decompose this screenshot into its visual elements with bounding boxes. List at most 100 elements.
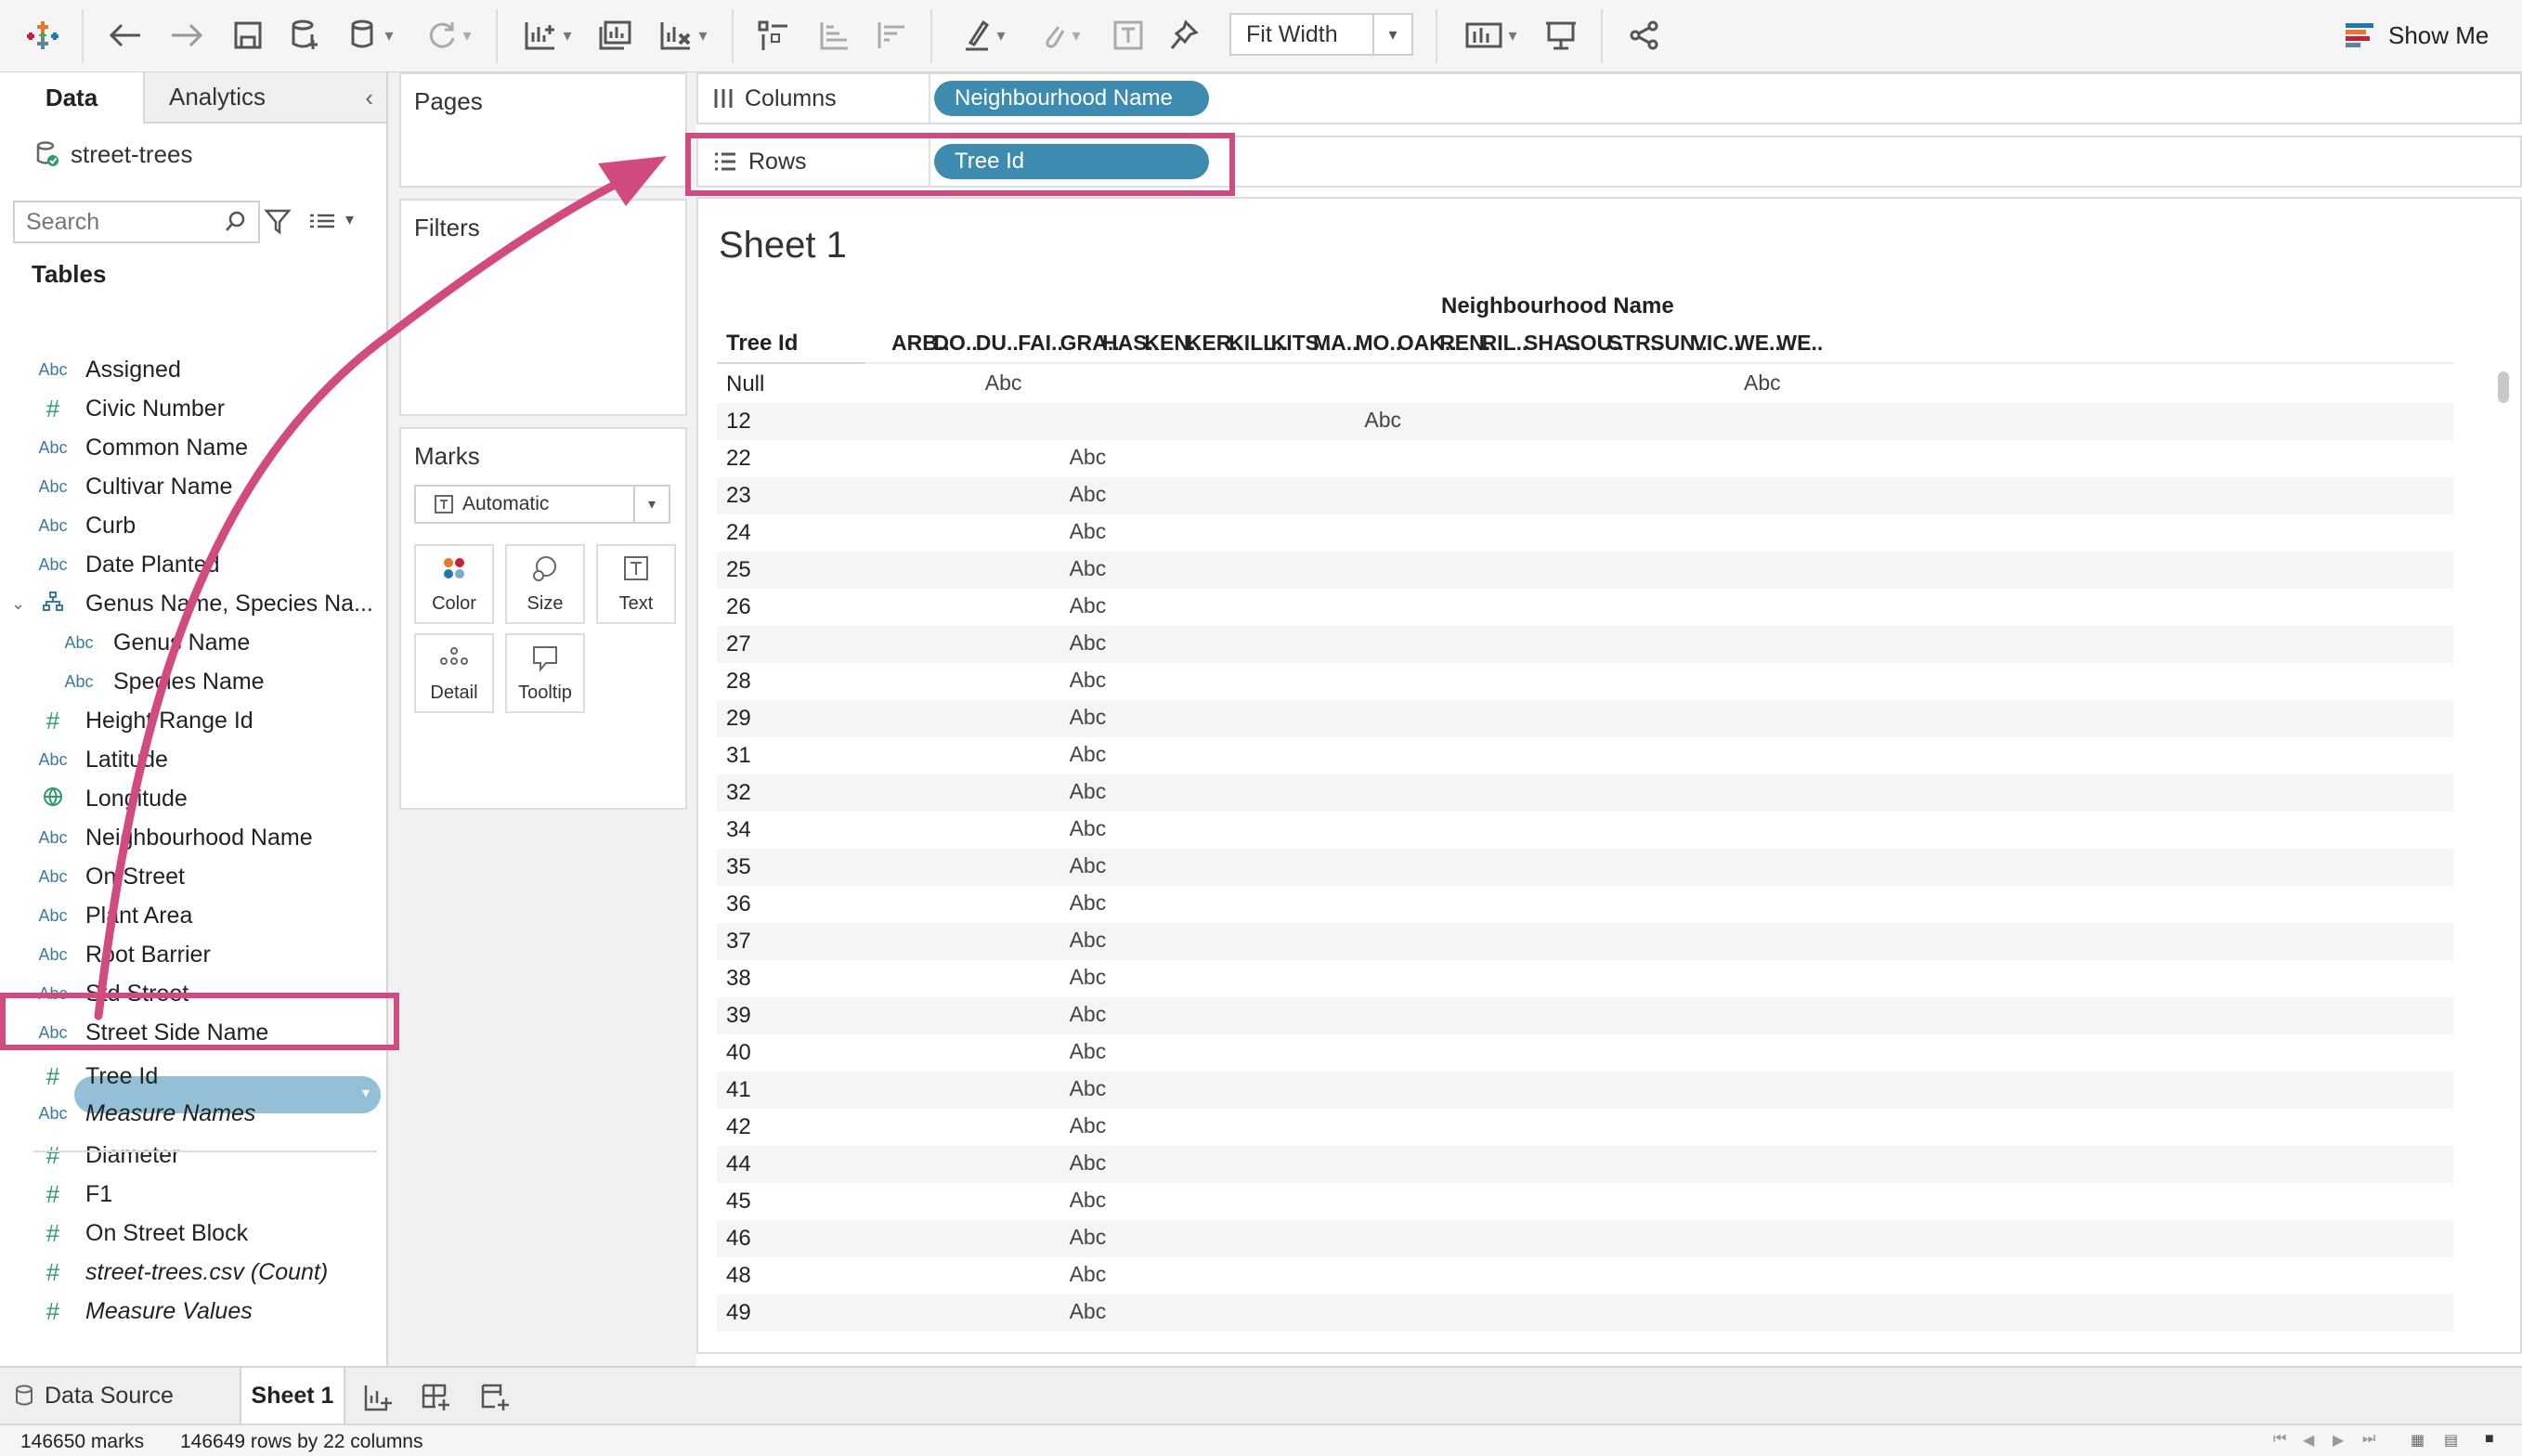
columns-pill-neighbourhood-name[interactable]: Neighbourhood Name [934,81,1209,116]
rows-shelf[interactable]: Rows Tree Id [696,136,2522,188]
table-row[interactable]: 28 Abc [717,663,2453,700]
vertical-scrollbar[interactable] [2496,366,2513,1332]
show-mark-labels-icon[interactable] [1107,9,1150,61]
fit-dropdown[interactable]: Fit Width ▾ [1229,13,1413,56]
table-row[interactable]: 49 Abc [717,1294,2453,1332]
row-header[interactable]: 36 [726,891,751,917]
field-item[interactable]: Abc Neighbourhood Name [0,819,386,856]
next-page-icon[interactable]: ▶ [2333,1431,2344,1450]
table-row[interactable]: 46 Abc [717,1220,2453,1257]
field-item[interactable]: Abc Assigned [0,351,386,388]
table-row[interactable]: Null Abc Abc [717,366,2453,403]
pages-card[interactable]: Pages [399,72,687,188]
new-worksheet-tab-icon[interactable] [360,1379,397,1416]
row-header[interactable]: 22 [726,446,751,472]
group-members-icon[interactable]: ▾ [1027,9,1094,61]
field-item[interactable]: # Civic Number [0,390,386,427]
row-header[interactable]: 49 [726,1300,751,1326]
field-item[interactable]: # On Street Block [0,1215,386,1252]
row-header[interactable]: 27 [726,631,751,657]
table-row[interactable]: 12 Abc [717,403,2453,440]
row-header[interactable]: 37 [726,929,751,955]
row-header[interactable]: 29 [726,706,751,732]
table-row[interactable]: 48 Abc [717,1257,2453,1294]
filmstrip-view-icon[interactable]: ▤ [2444,1431,2458,1450]
table-cell[interactable]: Abc [1070,668,1107,693]
presentation-mode-icon[interactable] [1538,9,1584,61]
field-item[interactable]: # Tree Id [0,1058,386,1095]
field-item[interactable]: # street-trees.csv (Count) [0,1254,386,1291]
table-row[interactable]: 23 Abc [717,477,2453,514]
marks-type-dropdown[interactable]: Automatic ▾ [414,485,670,524]
table-cell[interactable]: Abc [1070,519,1107,544]
field-item[interactable]: Abc Std Street [0,975,386,1012]
table-row[interactable]: 37 Abc [717,923,2453,960]
table-cell[interactable]: Abc [1070,1299,1107,1324]
table-cell[interactable]: Abc [1070,445,1107,470]
new-story-tab-icon[interactable] [477,1379,514,1416]
table-cell[interactable]: Abc [1070,1262,1107,1287]
field-item[interactable]: Abc Measure Names [0,1095,386,1132]
row-header[interactable]: 32 [726,780,751,806]
row-header[interactable]: 12 [726,409,751,435]
show-cards-icon[interactable]: ▾ [1458,9,1525,61]
column-header-title[interactable]: Neighbourhood Name [1441,293,1674,319]
fix-axes-icon[interactable] [1163,9,1205,61]
size-button[interactable]: Size [505,544,585,624]
table-cell[interactable]: Abc [1070,816,1107,841]
share-icon[interactable] [1621,9,1668,61]
show-me-button[interactable]: Show Me [2346,13,2489,58]
undo-icon[interactable] [102,9,149,61]
field-item[interactable]: # Measure Values [0,1293,386,1330]
swap-rows-columns-icon[interactable] [750,9,797,61]
field-item[interactable]: Abc Plant Area [0,897,386,934]
table-cell[interactable]: Abc [1070,1225,1107,1250]
field-item[interactable]: Longitude [0,780,386,817]
row-header[interactable]: 39 [726,1003,751,1029]
view-list-icon[interactable] [308,212,336,234]
sort-descending-icon[interactable] [869,9,916,61]
row-header[interactable]: 34 [726,817,751,843]
filters-card[interactable]: Filters [399,199,687,416]
collapse-pane-icon[interactable]: ‹ [365,84,373,112]
field-item[interactable]: ⌄ Genus Name, Species Na... [0,585,386,622]
row-header[interactable]: 31 [726,743,751,769]
table-row[interactable]: 42 Abc [717,1109,2453,1146]
table-cell[interactable]: Abc [1744,370,1781,396]
table-row[interactable]: 40 Abc [717,1034,2453,1072]
table-cell[interactable]: Abc [1070,742,1107,767]
table-cell[interactable]: Abc [1070,928,1107,953]
search-icon[interactable] [225,210,247,234]
tab-analytics[interactable]: Analytics ‹ [143,72,386,124]
table-row[interactable]: 27 Abc [717,626,2453,663]
column-header[interactable]: MO.. [1355,331,1401,356]
tab-data[interactable]: Data [0,72,143,124]
table-cell[interactable]: Abc [1070,1002,1107,1027]
field-item[interactable]: # F1 [0,1176,386,1213]
table-cell[interactable]: Abc [1070,1150,1107,1176]
table-row[interactable]: 35 Abc [717,849,2453,886]
column-header[interactable]: WE.. [1735,331,1781,356]
field-item[interactable]: Abc Latitude [0,741,386,778]
search-input[interactable] [13,201,260,243]
columns-shelf[interactable]: Columns Neighbourhood Name [696,72,2522,124]
row-header[interactable]: 44 [726,1151,751,1177]
first-page-icon[interactable]: ⏮ [2273,1431,2286,1448]
row-header-title[interactable]: Tree Id [726,331,798,357]
chevron-down-icon[interactable]: ⌄ [11,594,25,614]
tab-data-source[interactable]: Data Source [0,1368,240,1424]
datasource-item[interactable]: street-trees [35,136,193,173]
field-item[interactable]: # Height Range Id [0,702,386,739]
table-row[interactable]: 36 Abc [717,886,2453,923]
duplicate-sheet-icon[interactable] [592,9,637,61]
field-item[interactable]: Abc On Street [0,858,386,895]
highlight-icon[interactable]: ▾ [951,9,1018,61]
column-header[interactable]: MA.. [1313,331,1358,356]
field-item[interactable]: Abc Root Barrier [0,936,386,973]
table-row[interactable]: 34 Abc [717,812,2453,849]
table-row[interactable]: 44 Abc [717,1146,2453,1183]
table-cell[interactable]: Abc [1070,556,1107,581]
tab-sheet-1[interactable]: Sheet 1 [240,1368,345,1424]
field-item[interactable]: Abc Genus Name [0,624,386,661]
table-cell[interactable]: Abc [1364,408,1401,433]
